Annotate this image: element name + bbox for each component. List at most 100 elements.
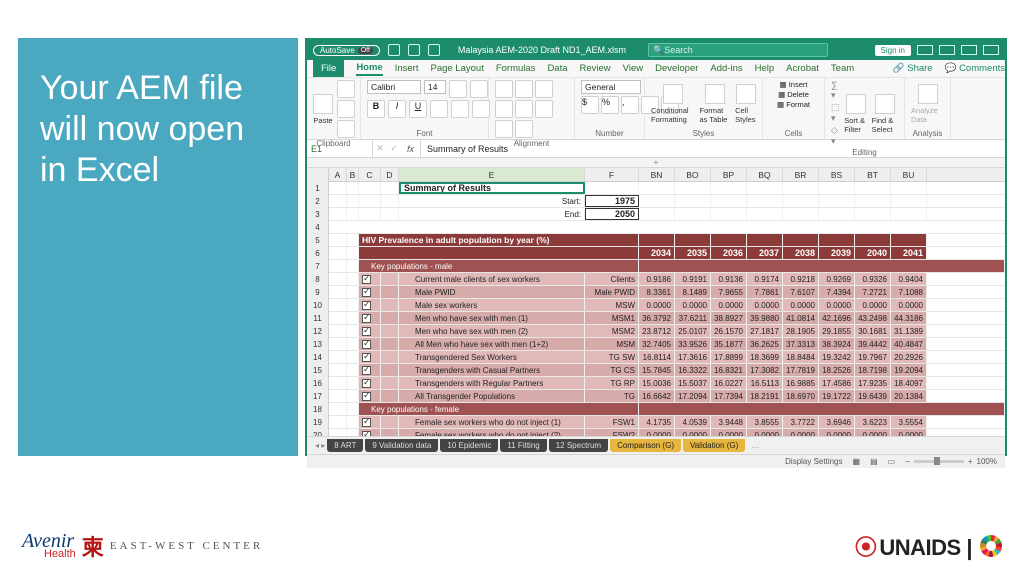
menu-team[interactable]: Team (831, 63, 854, 74)
data-cell[interactable]: 26.1570 (711, 325, 747, 337)
data-cell[interactable]: 3.8555 (747, 416, 783, 428)
data-cell[interactable]: 16.0227 (711, 377, 747, 389)
data-cell[interactable]: 16.8321 (711, 364, 747, 376)
row-label[interactable]: Transgenders with Regular Partners (399, 377, 585, 389)
data-cell[interactable]: 18.6970 (783, 390, 819, 402)
row-label[interactable]: All Transgender Populations (399, 390, 585, 402)
row-label[interactable]: All Men who have sex with men (1+2) (399, 338, 585, 350)
row-code[interactable]: MSM1 (585, 312, 639, 324)
data-cell[interactable]: 37.6211 (675, 312, 711, 324)
menu-data[interactable]: Data (547, 63, 567, 74)
fill-color-icon[interactable] (451, 100, 469, 118)
data-cell[interactable]: 0.9186 (639, 273, 675, 285)
bold-icon[interactable]: B (367, 100, 385, 118)
data-cell[interactable]: 36.3792 (639, 312, 675, 324)
row-code[interactable]: TG RP (585, 377, 639, 389)
view-break-icon[interactable]: ▭ (888, 457, 896, 466)
font-size[interactable]: 14 (424, 80, 446, 94)
data-cell[interactable]: 17.3616 (675, 351, 711, 363)
ribbon-options-icon[interactable] (917, 45, 933, 55)
format-cells-button[interactable]: ▦ Format (777, 100, 810, 109)
data-cell[interactable]: 8.3361 (639, 286, 675, 298)
data-cell[interactable]: 0.9136 (711, 273, 747, 285)
data-cell[interactable]: 40.4847 (891, 338, 927, 350)
paste-button[interactable]: Paste (313, 94, 333, 125)
row-label[interactable]: Male PWID (399, 286, 585, 298)
minimize-icon[interactable] (939, 45, 955, 55)
data-cell[interactable]: 0.0000 (747, 299, 783, 311)
menu-file[interactable]: File (313, 60, 344, 77)
underline-icon[interactable]: U (409, 100, 427, 118)
font-color-icon[interactable] (472, 100, 490, 118)
row-code[interactable]: Clients (585, 273, 639, 285)
data-cell[interactable]: 3.6946 (819, 416, 855, 428)
tab-comparison[interactable]: Comparison (G) (610, 439, 681, 452)
comments-button[interactable]: 💬 Comments (945, 63, 1005, 74)
data-cell[interactable]: 17.2094 (675, 390, 711, 402)
data-cell[interactable]: 18.8484 (783, 351, 819, 363)
data-cell[interactable]: 19.6439 (855, 390, 891, 402)
align-left-icon[interactable] (515, 100, 533, 118)
menu-view[interactable]: View (623, 63, 643, 74)
data-cell[interactable]: 17.7394 (711, 390, 747, 402)
menu-addins[interactable]: Add-ins (710, 63, 742, 74)
row-label[interactable]: Current male clients of sex workers (399, 273, 585, 285)
menu-insert[interactable]: Insert (395, 63, 419, 74)
save-icon[interactable] (388, 44, 400, 56)
row-code[interactable]: MSM (585, 338, 639, 350)
data-cell[interactable]: 15.7845 (639, 364, 675, 376)
data-cell[interactable]: 39.9880 (747, 312, 783, 324)
row-label[interactable]: Female sex workers who do not inject (2) (399, 429, 585, 436)
italic-icon[interactable]: I (388, 100, 406, 118)
data-cell[interactable]: 17.4586 (819, 377, 855, 389)
data-cell[interactable]: 0.0000 (711, 299, 747, 311)
data-cell[interactable]: 16.3322 (675, 364, 711, 376)
decrease-font-icon[interactable] (470, 80, 488, 98)
cell-styles-button[interactable]: Cell Styles (735, 84, 756, 124)
data-cell[interactable]: 31.1389 (891, 325, 927, 337)
row-code[interactable]: MSW (585, 299, 639, 311)
title-cell[interactable]: Summary of Results (399, 182, 585, 194)
align-bottom-icon[interactable] (535, 80, 553, 98)
data-cell[interactable]: 7.6107 (783, 286, 819, 298)
data-cell[interactable]: 3.6223 (855, 416, 891, 428)
redo-icon[interactable] (428, 44, 440, 56)
menu-home[interactable]: Home (356, 62, 382, 76)
analyze-data-button[interactable]: Analyze Data (911, 84, 944, 124)
autosave-toggle[interactable]: AutoSave Off (313, 45, 380, 56)
align-center-icon[interactable] (535, 100, 553, 118)
tab-art[interactable]: 8 ART (327, 439, 363, 452)
data-cell[interactable]: 3.7722 (783, 416, 819, 428)
data-cell[interactable]: 4.0539 (675, 416, 711, 428)
format-as-table-button[interactable]: Format as Table (699, 84, 731, 124)
row-code[interactable]: Male PWID (585, 286, 639, 298)
data-cell[interactable]: 0.0000 (711, 429, 747, 436)
row-label[interactable]: Transgendered Sex Workers (399, 351, 585, 363)
grid[interactable]: A B C D E F BN BO BP BQ BR BS BT BU 1 Su… (307, 168, 1005, 436)
row-label[interactable]: Female sex workers who do not inject (1) (399, 416, 585, 428)
font-name[interactable]: Calibri (367, 80, 421, 94)
data-cell[interactable]: 0.9218 (783, 273, 819, 285)
data-cell[interactable]: 0.0000 (747, 429, 783, 436)
data-cell[interactable]: 15.5037 (675, 377, 711, 389)
data-cell[interactable]: 18.2526 (819, 364, 855, 376)
data-cell[interactable]: 20.2926 (891, 351, 927, 363)
data-cell[interactable]: 18.7198 (855, 364, 891, 376)
data-cell[interactable]: 17.7819 (783, 364, 819, 376)
fx-icon[interactable]: fx (401, 140, 421, 157)
data-cell[interactable]: 0.0000 (891, 429, 927, 436)
menu-formulas[interactable]: Formulas (496, 63, 536, 74)
zoom-slider[interactable]: −+100% (905, 457, 997, 466)
row-code[interactable]: TG (585, 390, 639, 402)
cut-icon[interactable] (337, 80, 355, 98)
name-box[interactable]: E1 (307, 140, 373, 157)
data-cell[interactable]: 0.0000 (639, 429, 675, 436)
row-label[interactable]: Transgenders with Casual Partners (399, 364, 585, 376)
data-cell[interactable]: 38.3924 (819, 338, 855, 350)
data-cell[interactable]: 30.1681 (855, 325, 891, 337)
data-cell[interactable]: 0.0000 (783, 429, 819, 436)
data-cell[interactable]: 0.9404 (891, 273, 927, 285)
data-cell[interactable]: 23.8712 (639, 325, 675, 337)
data-cell[interactable]: 16.5113 (747, 377, 783, 389)
undo-icon[interactable] (408, 44, 420, 56)
